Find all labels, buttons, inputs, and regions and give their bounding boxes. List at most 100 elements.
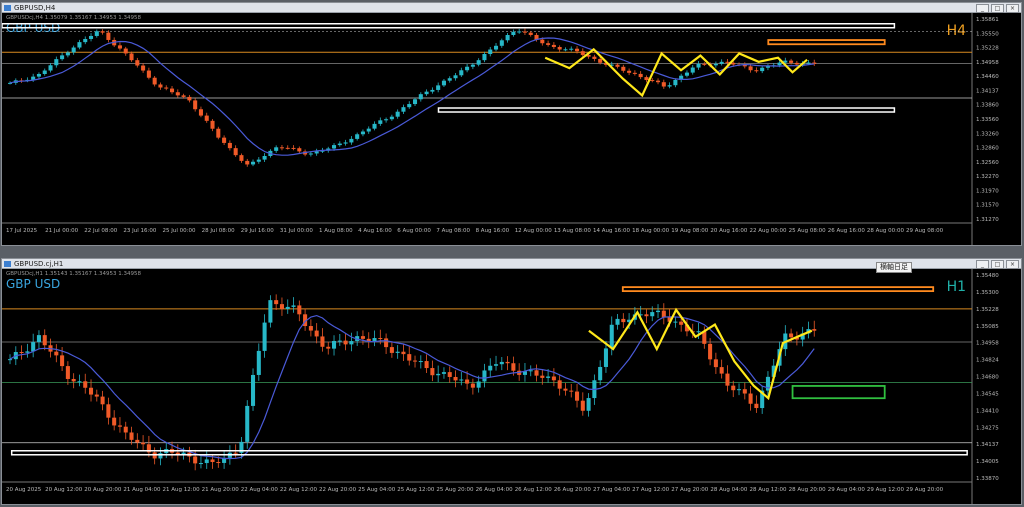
time-tick-label: 28 Aug 00:00 [867, 228, 905, 234]
time-tick-label: 4 Aug 16:00 [358, 228, 392, 234]
candle-body [656, 310, 661, 313]
candle-body [453, 376, 458, 381]
candle-body [337, 143, 342, 146]
timeframe-label: H4 [947, 23, 967, 39]
candle-body [222, 137, 227, 143]
time-tick-label: 29 Aug 04:00 [828, 487, 866, 493]
time-tick-label: 29 Aug 20:00 [906, 487, 944, 493]
time-tick-label: 25 Jul 00:00 [163, 228, 196, 234]
candle-body [83, 38, 88, 43]
candle-body [447, 372, 452, 377]
candle-body [89, 35, 94, 39]
candle-body [372, 123, 377, 129]
candle-body [563, 49, 568, 51]
candle-body [413, 99, 418, 105]
candle-body [372, 338, 377, 342]
candle-body [123, 48, 128, 54]
candle-body [580, 51, 585, 55]
time-tick-label: 22 Aug 12:00 [280, 487, 318, 493]
time-tick-label: 27 Aug 12:00 [632, 487, 670, 493]
time-tick-label: 21 Aug 04:00 [123, 487, 161, 493]
candle-body [384, 338, 389, 348]
candle-body [476, 60, 481, 65]
candle-body [418, 361, 423, 363]
time-tick-label: 6 Aug 00:00 [397, 228, 431, 234]
candle-body [609, 324, 614, 349]
candle-body [621, 318, 626, 323]
candle-body [83, 381, 88, 388]
window-titlebar[interactable]: GBPUSD,H4 _ □ × [2, 3, 1021, 13]
candle-body [308, 153, 313, 155]
candle-body [482, 54, 487, 61]
candle-body [19, 352, 24, 354]
price-chart-h1[interactable]: 1.35480 1.35300 1.35228 1.35085 1.34958 1.348… [2, 269, 1021, 504]
candle-body [580, 400, 585, 411]
close-button[interactable]: × [1006, 4, 1019, 13]
support-box [437, 107, 896, 113]
candle-body [713, 63, 718, 66]
candle-body [389, 347, 394, 353]
candle-body [673, 79, 678, 86]
price-chart-h4[interactable]: 1.35861 1.35550 1.35228 1.34958 1.34460 1.341… [2, 13, 1021, 245]
candle-body [430, 89, 435, 92]
price-tick-label: 1.33860 [976, 103, 999, 109]
time-tick-label: 13 Aug 08:00 [554, 228, 592, 234]
time-tick-label: 22 Jul 08:00 [84, 228, 117, 234]
time-tick-label: 26 Aug 12:00 [515, 487, 553, 493]
candle-body [77, 42, 82, 48]
time-tick-label: 17 Jul 2025 [6, 228, 38, 234]
maximize-button[interactable]: □ [991, 4, 1004, 13]
candle-body [575, 48, 580, 52]
candle-body [696, 331, 701, 333]
price-tick-label: 1.32270 [976, 174, 999, 180]
candle-body [164, 87, 169, 89]
candle-body [731, 385, 736, 391]
minimize-button[interactable]: _ [976, 4, 989, 13]
candle-body [401, 107, 406, 112]
candle-body [517, 31, 522, 33]
candle-body [94, 31, 99, 36]
price-tick-label: 1.34824 [976, 358, 999, 364]
candle-body [360, 336, 365, 339]
candle-body [395, 351, 400, 353]
minimize-button[interactable]: _ [976, 260, 989, 269]
candle-body [696, 63, 701, 68]
time-tick-label: 18 Aug 00:00 [632, 228, 670, 234]
timeframe-label: H1 [947, 279, 966, 295]
window-titlebar[interactable]: GBPUSD.cj,H1 _ □ × [2, 259, 1021, 269]
time-tick-label: 27 Aug 04:00 [593, 487, 631, 493]
candle-body [54, 351, 59, 356]
time-tick-label: 25 Aug 04:00 [358, 487, 396, 493]
time-tick-label: 28 Aug 04:00 [710, 487, 748, 493]
time-tick-label: 25 Aug 08:00 [789, 228, 827, 234]
time-tick-label: 25 Aug 12:00 [397, 487, 435, 493]
price-tick-label: 1.34680 [976, 375, 999, 381]
candle-body [326, 346, 331, 349]
maximize-button[interactable]: □ [991, 260, 1004, 269]
candle-body [725, 373, 730, 386]
time-tick-label: 28 Aug 12:00 [749, 487, 787, 493]
price-tick-label: 1.34275 [976, 425, 999, 431]
candle-body [71, 378, 76, 382]
candle-body [123, 426, 128, 433]
candle-body [575, 391, 580, 401]
highlight-zone [621, 286, 935, 293]
price-tick-label: 1.32560 [976, 160, 999, 166]
candle-body [117, 425, 122, 427]
candle-body [737, 389, 742, 391]
candle-body [708, 343, 713, 360]
candle-body [355, 134, 360, 139]
symbol-label: GBP USD [6, 277, 60, 291]
candle-body [141, 442, 146, 445]
candle-body [8, 359, 13, 361]
candle-body [193, 456, 198, 464]
candle-body [413, 360, 418, 362]
candle-body [679, 321, 684, 325]
candle-body [598, 58, 603, 63]
candle-body [407, 104, 412, 108]
time-tick-label: 26 Aug 16:00 [828, 228, 866, 234]
candle-body [430, 368, 435, 376]
candle-body [349, 138, 354, 143]
close-button[interactable]: × [1006, 260, 1019, 269]
candle-body [285, 147, 290, 149]
